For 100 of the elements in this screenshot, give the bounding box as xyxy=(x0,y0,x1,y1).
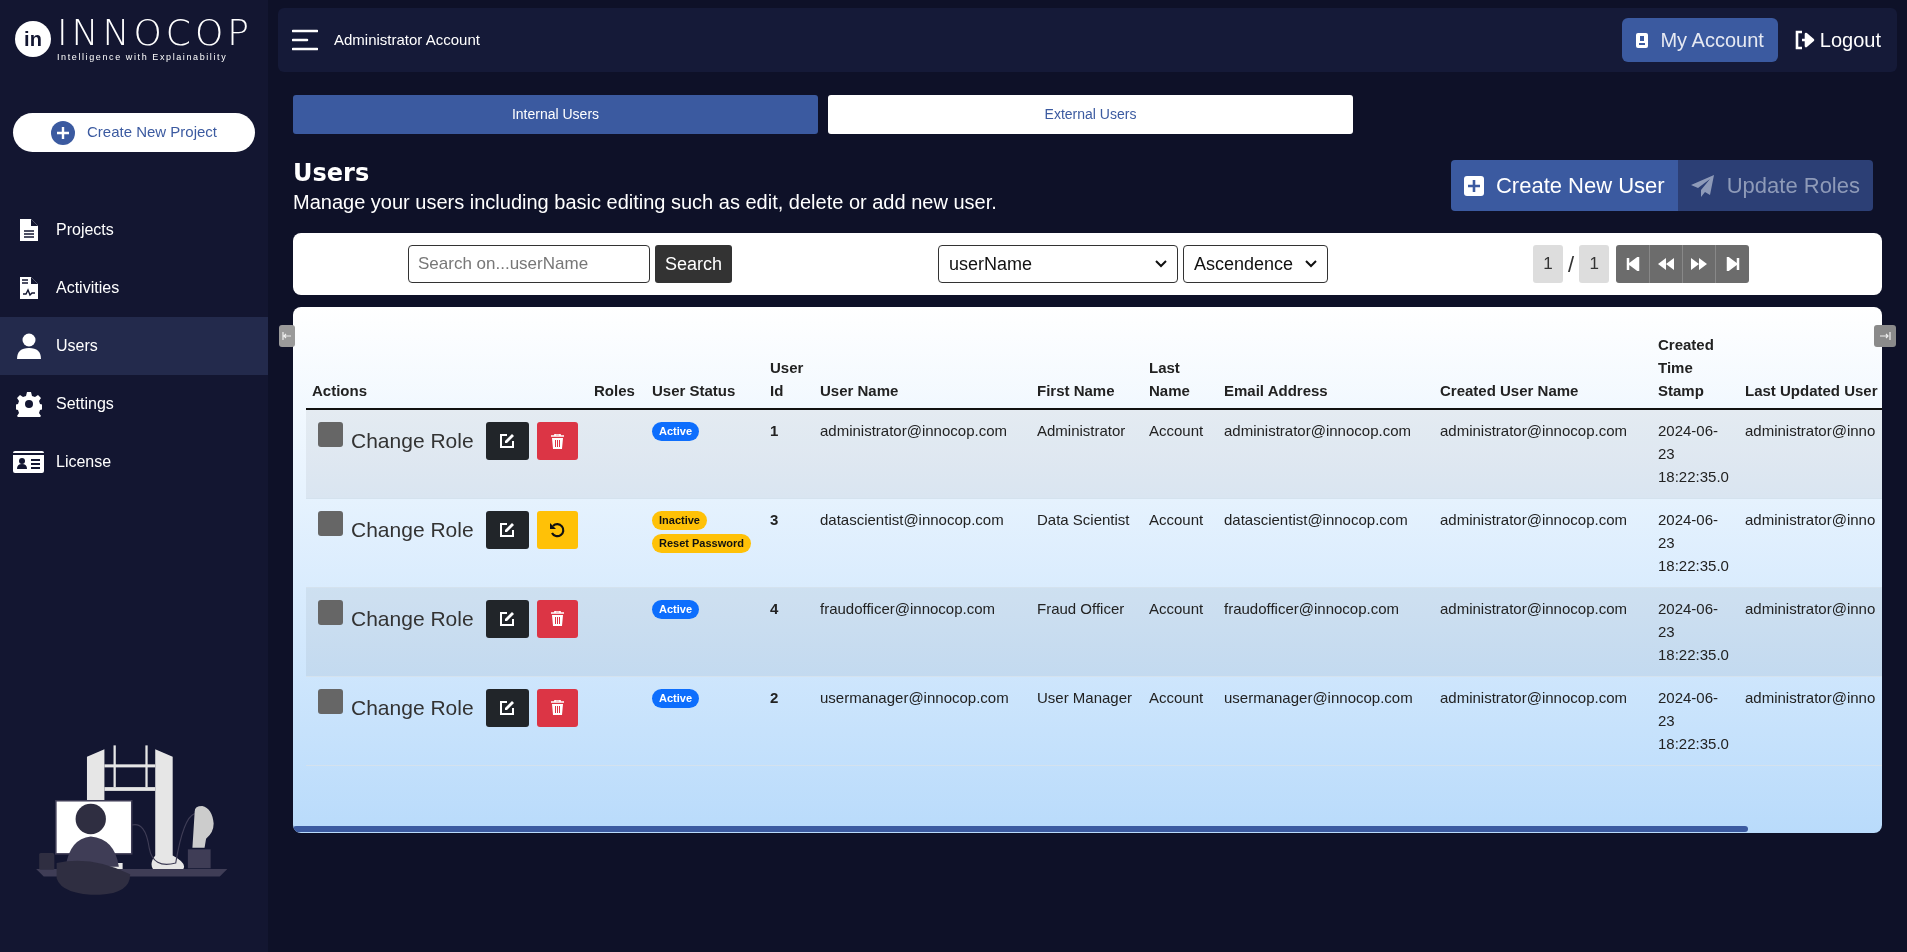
table-cell: fraudofficer@innocop.com xyxy=(820,599,996,617)
page-subtitle: Manage your users including basic editing such as edit, delete or add new user. xyxy=(293,190,997,215)
sidebar-item[interactable]: License xyxy=(0,433,268,491)
horizontal-scrollbar[interactable] xyxy=(293,826,1748,832)
page-total: 1 xyxy=(1579,245,1610,283)
column-header: Created User Name xyxy=(1434,333,1652,409)
table-cell: fraudofficer@innocop.com xyxy=(1224,599,1400,617)
table-cell: administrator@innocop.com xyxy=(1440,510,1627,528)
table-cell: usermanager@innocop.com xyxy=(820,688,1009,706)
status-badge: Active xyxy=(652,688,700,708)
logout-icon xyxy=(1793,30,1816,50)
sort-order-select[interactable]: Ascendence xyxy=(1183,245,1329,283)
column-header: Roles xyxy=(588,333,646,409)
column-header: Actions xyxy=(306,333,588,409)
table-cell: 2 xyxy=(770,688,779,706)
plus-square-icon xyxy=(1463,175,1484,196)
status-badge: Active xyxy=(652,422,700,441)
restore-button[interactable] xyxy=(536,510,578,549)
checkbox[interactable] xyxy=(318,510,343,536)
change-role-label[interactable]: Change Role xyxy=(351,691,474,723)
rewind-icon xyxy=(1657,257,1676,271)
table-cell: administrator@inno xyxy=(1745,599,1876,617)
gear-icon xyxy=(15,391,42,417)
arrow-to-line-icon xyxy=(1879,332,1891,340)
paper-plane-icon xyxy=(1690,174,1715,197)
edit-icon xyxy=(499,699,516,716)
column-header: Created Time Stamp xyxy=(1652,333,1739,409)
edit-button[interactable] xyxy=(485,599,529,638)
table-cell: administrator@innocop.com xyxy=(1440,688,1627,706)
collapse-left-handle[interactable] xyxy=(279,325,295,347)
create-user-button[interactable]: Create New User xyxy=(1450,160,1678,211)
table-cell: Account xyxy=(1149,510,1204,528)
menu-icon[interactable] xyxy=(292,29,318,51)
last-page-button[interactable] xyxy=(1716,245,1750,283)
sidebar-item[interactable]: Users xyxy=(0,317,268,375)
table-cell: administrator@innocop.com xyxy=(1224,422,1411,439)
caret-icon xyxy=(1305,260,1318,268)
sidebar-item[interactable]: Projects xyxy=(0,201,268,259)
tab[interactable]: External Users xyxy=(828,95,1353,134)
status-badge: Inactive xyxy=(652,510,707,530)
edit-button[interactable] xyxy=(485,422,529,460)
checkbox[interactable] xyxy=(318,688,343,714)
edit-icon xyxy=(499,521,516,538)
table-cell: 2024-06-23 18:22:35.0 xyxy=(1658,510,1729,574)
logout-button[interactable]: Logout xyxy=(1791,18,1883,62)
checkbox[interactable] xyxy=(318,422,343,447)
create-project-button[interactable]: Create New Project xyxy=(13,113,255,152)
user-icon xyxy=(16,333,41,359)
checkbox[interactable] xyxy=(318,599,343,625)
delete-button[interactable] xyxy=(536,422,578,460)
column-header: User Status xyxy=(646,333,764,409)
table-cell: administrator@innocop.com xyxy=(1440,599,1627,617)
delete-button[interactable] xyxy=(536,599,578,638)
chart-document-icon xyxy=(19,276,38,300)
edit-icon xyxy=(499,610,516,627)
table-cell: administrator@innocop.com xyxy=(1440,422,1627,439)
table-cell: Data Scientist xyxy=(1037,510,1130,528)
sidebar-item[interactable]: Activities xyxy=(0,259,268,317)
id-card-icon xyxy=(13,450,44,474)
logo-mark: in xyxy=(15,21,51,57)
edit-button[interactable] xyxy=(485,510,529,549)
first-page-button[interactable] xyxy=(1616,245,1651,283)
skip-last-icon xyxy=(1725,257,1740,271)
trash-icon xyxy=(550,611,564,626)
plus-circle-icon xyxy=(50,120,75,145)
trash-icon xyxy=(550,700,564,715)
change-role-label[interactable]: Change Role xyxy=(351,602,474,634)
undo-icon xyxy=(549,521,566,538)
tab[interactable]: Internal Users xyxy=(293,95,818,134)
table-cell: administrator@inno xyxy=(1745,510,1876,528)
table-cell: Account xyxy=(1149,688,1204,706)
table-cell: administrator@inno xyxy=(1745,688,1876,706)
change-role-label[interactable]: Change Role xyxy=(351,513,474,545)
table-cell: 3 xyxy=(770,510,779,528)
column-header: User Id xyxy=(764,333,814,409)
column-header: Last Name xyxy=(1143,333,1218,409)
table-cell: 2024-06-23 18:22:35.0 xyxy=(1658,688,1729,752)
my-account-button[interactable]: My Account xyxy=(1622,18,1778,62)
sort-field-select[interactable]: userName xyxy=(938,245,1179,283)
next-page-button[interactable] xyxy=(1683,245,1717,283)
account-title: Administrator Account xyxy=(334,29,480,50)
table-cell: 2024-06-23 18:22:35.0 xyxy=(1658,599,1729,663)
change-role-label[interactable]: Change Role xyxy=(351,425,474,457)
brand-name: INNOCOP xyxy=(57,15,253,51)
trash-icon xyxy=(550,433,564,449)
column-header: Last Updated User xyxy=(1739,333,1882,409)
edit-button[interactable] xyxy=(485,688,529,727)
table-cell: 2024-06-23 18:22:35.0 xyxy=(1658,422,1729,485)
table-cell: Fraud Officer xyxy=(1037,599,1125,617)
sidebar-item[interactable]: Settings xyxy=(0,375,268,433)
previous-page-button[interactable] xyxy=(1650,245,1684,283)
table-cell: usermanager@innocop.com xyxy=(1224,688,1413,706)
search-field[interactable]: Search on...userName xyxy=(408,245,650,283)
table-cell: User Manager xyxy=(1037,688,1133,706)
column-header: User Name xyxy=(814,333,1031,409)
search-button[interactable]: Search xyxy=(655,245,733,283)
collapse-right-handle[interactable] xyxy=(1874,325,1896,347)
column-header: Email Address xyxy=(1218,333,1434,409)
delete-button[interactable] xyxy=(536,688,578,727)
document-icon xyxy=(19,218,38,242)
